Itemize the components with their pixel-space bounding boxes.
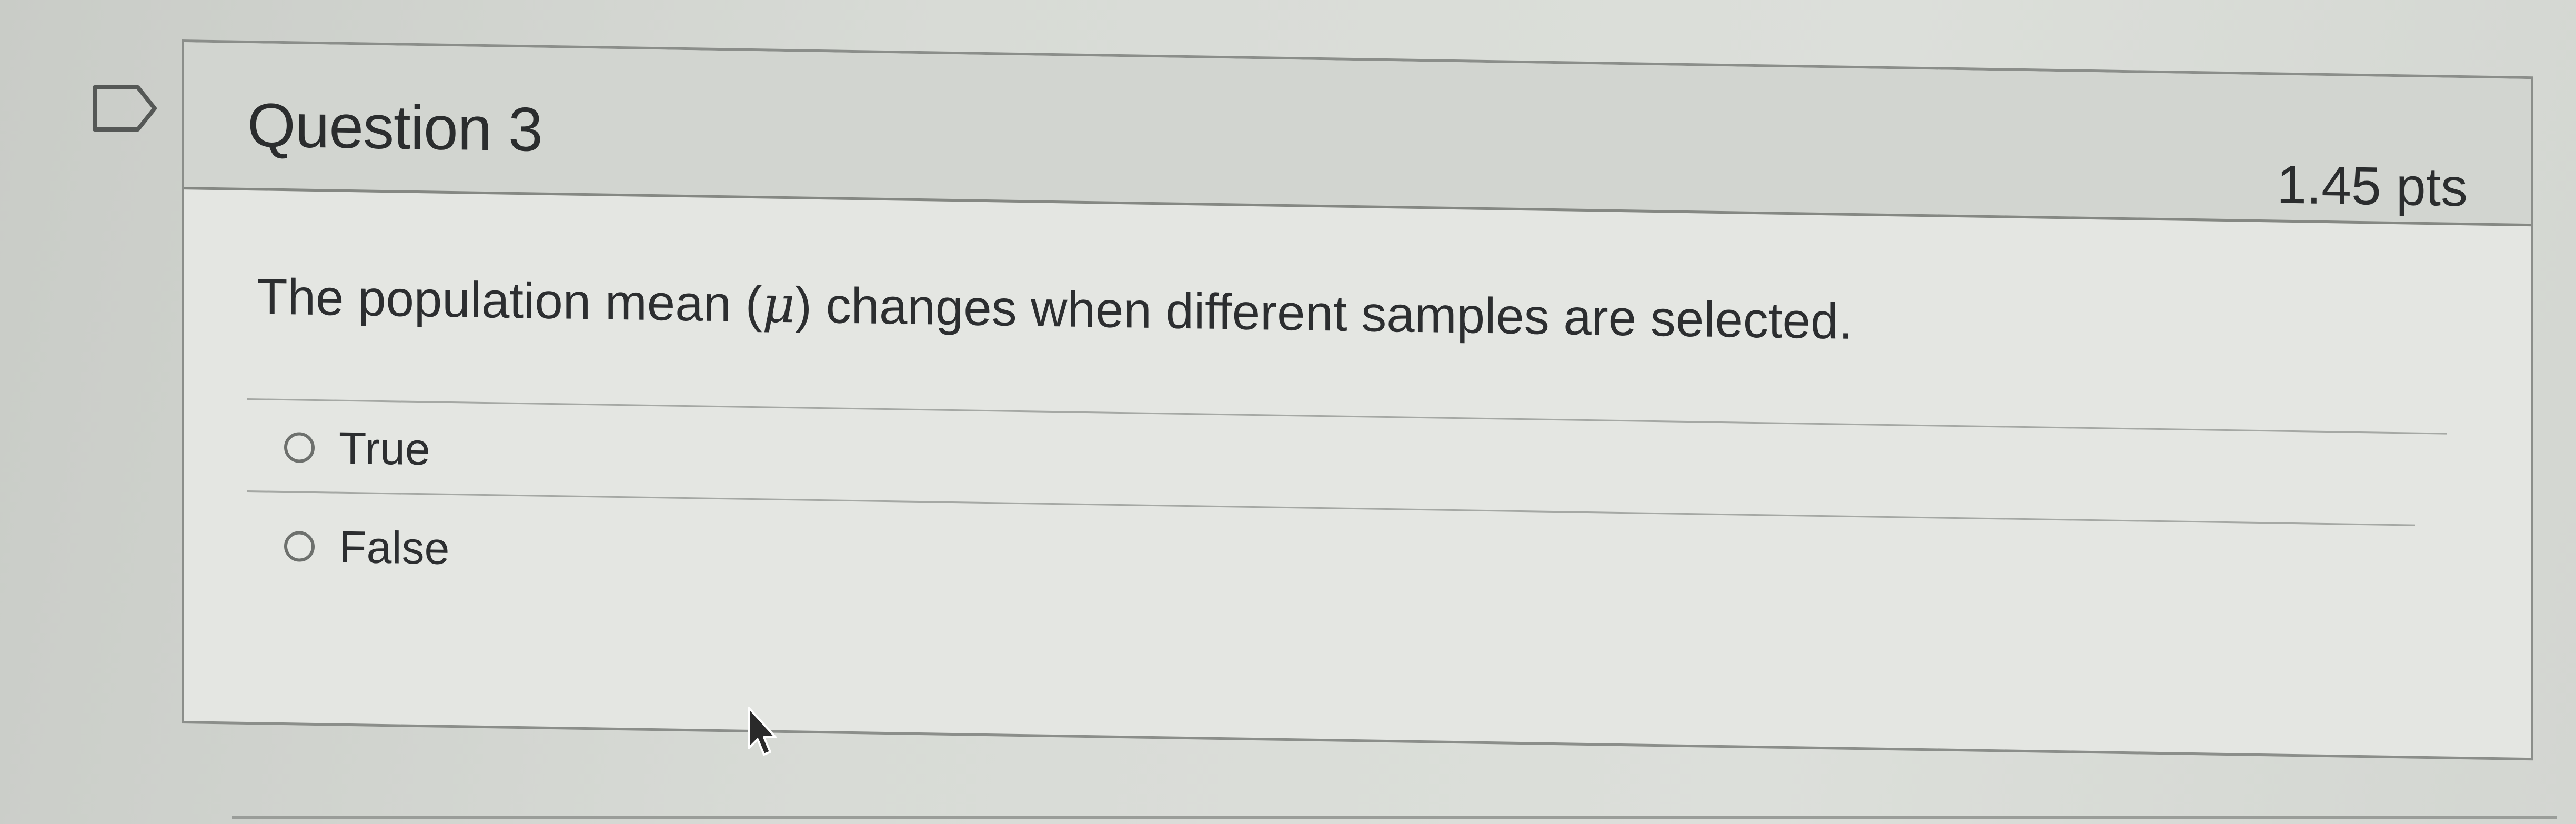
question-text-after: ) changes when different samples are sel… [795,277,1853,350]
question-card: Question 3 1.45 pts The population mean … [182,39,2533,761]
answer-label-false[interactable]: False [339,521,449,575]
answer-label-true[interactable]: True [339,422,430,476]
next-question-card-edge [232,816,2557,819]
answer-divider-top [247,398,2447,435]
question-body: The population mean (μ) changes when dif… [184,189,2531,758]
question-points: 1.45 pts [2277,154,2468,218]
answer-option-false[interactable]: False [284,507,449,588]
question-text: The population mean (μ) changes when dif… [257,267,1853,351]
mouse-pointer-icon [746,705,778,758]
radio-icon[interactable] [284,531,315,562]
flag-icon [93,85,157,132]
answer-option-true[interactable]: True [284,408,430,489]
radio-icon[interactable] [284,432,315,463]
question-text-before: The population mean ( [257,268,762,333]
answer-divider-middle [247,490,2415,526]
mu-symbol: μ [762,275,795,335]
question-title: Question 3 [247,90,542,165]
flag-question-button[interactable] [90,83,159,134]
